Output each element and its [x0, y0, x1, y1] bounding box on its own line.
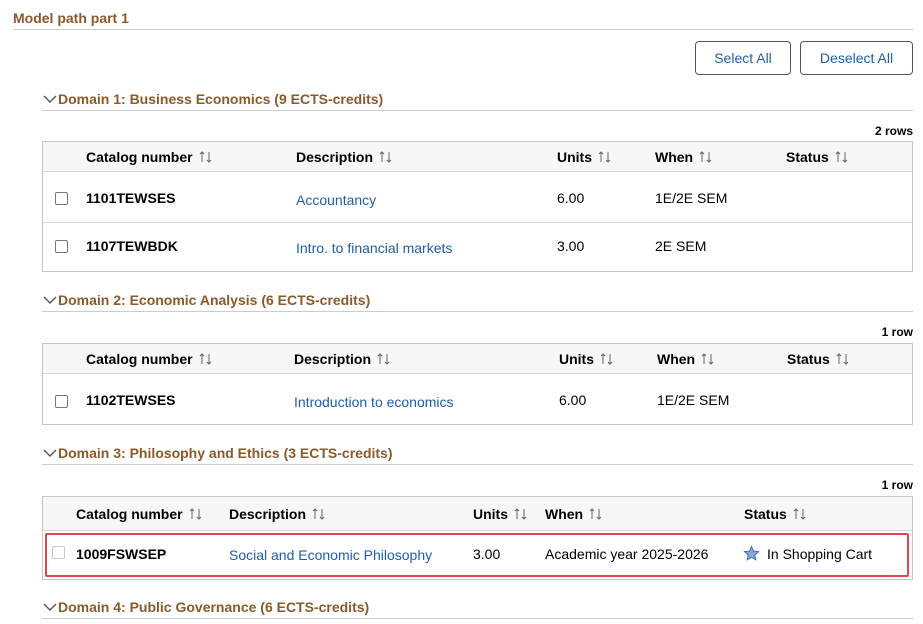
- when-value: 1E/2E SEM: [657, 392, 730, 408]
- domain-4-header[interactable]: Domain 4: Public Governance (6 ECTS-cred…: [42, 599, 369, 615]
- col-description-header[interactable]: Description: [229, 506, 325, 522]
- sort-icon: [379, 151, 392, 163]
- col-catalog-header[interactable]: Catalog number: [86, 149, 212, 165]
- sort-icon: [701, 353, 714, 365]
- grid-header: Catalog number Description Units When St…: [43, 497, 912, 531]
- col-description-header[interactable]: Description: [296, 149, 392, 165]
- units-value: 3.00: [557, 238, 585, 254]
- col-units-header[interactable]: Units: [559, 351, 613, 367]
- col-units-header[interactable]: Units: [557, 149, 611, 165]
- sort-icon: [377, 353, 390, 365]
- chevron-down-icon: [43, 296, 57, 304]
- table-row: 1107TEWBDK Intro. to financial markets 3…: [43, 224, 912, 272]
- section-divider: [13, 29, 913, 30]
- col-description-header[interactable]: Description: [294, 351, 390, 367]
- domain-2-row-count: 1 row: [881, 325, 913, 339]
- domain-1-row-count: 2 rows: [874, 124, 913, 138]
- grid-header: Catalog number Description Units When St…: [43, 344, 912, 374]
- col-when-header[interactable]: When: [545, 506, 602, 522]
- course-link[interactable]: Intro. to financial markets: [296, 240, 452, 256]
- catalog-number: 1102TEWSES: [86, 392, 176, 408]
- row-checkbox[interactable]: [55, 240, 68, 253]
- chevron-down-icon: [43, 95, 57, 103]
- row-checkbox[interactable]: [55, 395, 68, 408]
- sort-icon: [836, 353, 849, 365]
- units-value: 6.00: [557, 190, 585, 206]
- domain-1-header[interactable]: Domain 1: Business Economics (9 ECTS-cre…: [42, 91, 383, 107]
- col-status-header[interactable]: Status: [787, 351, 849, 367]
- sort-icon: [199, 353, 211, 365]
- sort-icon: [699, 151, 712, 163]
- col-catalog-header[interactable]: Catalog number: [86, 351, 212, 367]
- domain-3-grid: Catalog number Description Units When St…: [42, 496, 913, 580]
- domain-2-title: Domain 2: Economic Analysis (6 ECTS-cred…: [58, 292, 371, 308]
- deselect-all-button[interactable]: Deselect All: [800, 41, 913, 75]
- sort-icon: [793, 508, 806, 520]
- page-title: Model path part 1: [13, 10, 129, 26]
- catalog-number: 1101TEWSES: [86, 190, 176, 206]
- course-link[interactable]: Accountancy: [296, 192, 376, 208]
- chevron-down-icon: [43, 603, 57, 611]
- sort-icon: [600, 353, 613, 365]
- select-all-button[interactable]: Select All: [695, 41, 791, 75]
- domain-4-title: Domain 4: Public Governance (6 ECTS-cred…: [58, 599, 370, 615]
- domain-3-title: Domain 3: Philosophy and Ethics (3 ECTS-…: [58, 445, 393, 461]
- col-catalog-header[interactable]: Catalog number: [76, 506, 202, 522]
- domain-1-title: Domain 1: Business Economics (9 ECTS-cre…: [58, 91, 384, 107]
- row-checkbox[interactable]: [55, 192, 68, 205]
- domain-2-header[interactable]: Domain 2: Economic Analysis (6 ECTS-cred…: [42, 292, 370, 308]
- sort-icon: [835, 151, 848, 163]
- domain-2-grid: Catalog number Description Units When St…: [42, 343, 913, 425]
- table-row: 1101TEWSES Accountancy 6.00 1E/2E SEM: [43, 173, 912, 223]
- course-link[interactable]: Introduction to economics: [294, 394, 454, 410]
- col-status-header[interactable]: Status: [786, 149, 848, 165]
- domain-2-divider: [42, 311, 913, 312]
- domain-1-divider: [42, 110, 913, 111]
- domain-3-header[interactable]: Domain 3: Philosophy and Ethics (3 ECTS-…: [42, 445, 393, 461]
- units-value: 6.00: [559, 392, 587, 408]
- chevron-down-icon: [43, 449, 57, 457]
- sort-icon: [514, 508, 527, 520]
- domain-3-divider: [42, 464, 913, 465]
- sort-icon: [312, 508, 325, 520]
- sort-icon: [589, 508, 602, 520]
- sort-icon: [598, 151, 611, 163]
- domain-3-row-count: 1 row: [881, 478, 913, 492]
- sort-icon: [199, 151, 211, 163]
- when-value: 1E/2E SEM: [655, 190, 728, 206]
- domain-4-divider: [42, 618, 913, 619]
- catalog-number: 1107TEWBDK: [86, 238, 178, 254]
- domain-1-grid: Catalog number Description Units When St…: [42, 141, 913, 272]
- table-row: 1102TEWSES Introduction to economics 6.0…: [43, 375, 912, 425]
- when-value: 2E SEM: [655, 238, 707, 254]
- col-status-header[interactable]: Status: [744, 506, 806, 522]
- col-when-header[interactable]: When: [657, 351, 714, 367]
- row-highlight: [45, 533, 909, 577]
- sort-icon: [189, 508, 201, 520]
- col-when-header[interactable]: When: [655, 149, 712, 165]
- col-units-header[interactable]: Units: [473, 506, 527, 522]
- grid-header: Catalog number Description Units When St…: [43, 142, 912, 172]
